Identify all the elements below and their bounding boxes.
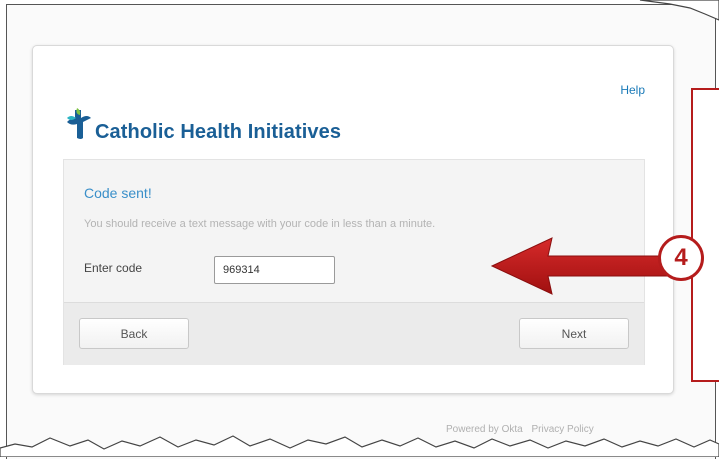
panel-footer: Back Next: [64, 302, 644, 365]
next-button[interactable]: Next: [519, 318, 629, 349]
privacy-policy-link[interactable]: Privacy Policy: [532, 424, 594, 435]
step-number-badge: 4: [658, 235, 704, 281]
annotation-arrow-icon: [490, 237, 676, 295]
powered-by-text: Powered by Okta: [446, 424, 523, 435]
panel-description: You should receive a text message with y…: [84, 218, 436, 230]
code-label: Enter code: [84, 261, 143, 275]
brand-logo: Catholic Health Initiatives: [65, 108, 375, 143]
back-button[interactable]: Back: [79, 318, 189, 349]
help-link[interactable]: Help: [620, 83, 645, 97]
code-input[interactable]: [214, 256, 335, 284]
logo-cross-icon: [67, 108, 91, 139]
verification-card: Help Catholic Health Initiatives Code se…: [32, 45, 674, 394]
panel-title: Code sent!: [84, 185, 152, 201]
annotation-box: [691, 88, 719, 382]
footer-links: Powered by Okta Privacy Policy: [446, 424, 600, 435]
brand-name: Catholic Health Initiatives: [95, 121, 342, 143]
